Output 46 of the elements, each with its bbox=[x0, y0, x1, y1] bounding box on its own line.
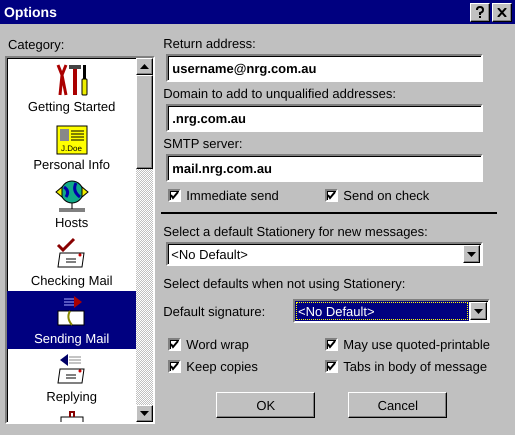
category-item[interactable]: Checking Mail bbox=[7, 233, 136, 291]
text-field[interactable]: .nrg.com.au bbox=[166, 104, 484, 132]
checkbox-option[interactable]: Send on check bbox=[325, 188, 490, 203]
id-card-icon: J.Doe bbox=[56, 125, 88, 155]
checkbox-option[interactable]: Keep copies bbox=[168, 359, 326, 374]
up-arrow-icon bbox=[140, 64, 150, 69]
field-label: SMTP server: bbox=[163, 136, 244, 151]
check-mark-icon bbox=[327, 340, 336, 349]
stationery-dropdown[interactable]: <No Default> bbox=[166, 242, 484, 266]
close-button[interactable] bbox=[492, 2, 512, 22]
category-item[interactable]: Hosts bbox=[7, 175, 136, 233]
check-mark-icon bbox=[327, 191, 336, 200]
scroll-thumb[interactable] bbox=[136, 75, 154, 169]
checkbox-option[interactable]: Word wrap bbox=[168, 337, 326, 352]
category-item[interactable]: Sending Mail bbox=[7, 291, 136, 349]
help-button[interactable] bbox=[470, 2, 490, 22]
category-item[interactable]: Replying bbox=[7, 349, 136, 407]
text-field[interactable]: mail.nrg.com.au bbox=[166, 154, 484, 182]
check-mark-icon bbox=[327, 362, 336, 371]
window-title: Options bbox=[4, 4, 58, 20]
down-arrow-icon bbox=[474, 308, 483, 314]
field-label: Domain to add to unqualified addresses: bbox=[163, 86, 398, 101]
checkbox-option[interactable]: Tabs in body of message bbox=[325, 359, 490, 374]
scroll-up-button[interactable] bbox=[136, 58, 154, 75]
dialog-button[interactable]: Cancel bbox=[348, 392, 448, 418]
category-item[interactable]: Getting Started bbox=[7, 59, 136, 117]
signature-label: Default signature: bbox=[163, 304, 266, 318]
question-mark-icon bbox=[475, 6, 485, 18]
check-mark-icon bbox=[170, 340, 180, 349]
text-field[interactable]: username@nrg.com.au bbox=[166, 54, 484, 82]
scrollbar[interactable] bbox=[136, 58, 154, 422]
category-item[interactable]: J.Doe Personal Info bbox=[7, 117, 136, 175]
check-mark-icon bbox=[170, 191, 180, 200]
close-icon bbox=[497, 8, 507, 16]
scroll-down-button[interactable] bbox=[136, 405, 154, 422]
checkbox-option[interactable]: May use quoted-printable bbox=[325, 337, 490, 352]
stationery-label: Select a default Stationery for new messages: bbox=[163, 224, 429, 239]
down-arrow-icon bbox=[467, 252, 476, 256]
check-mark-icon bbox=[170, 362, 180, 371]
signature-dropdown[interactable]: <No Default> bbox=[293, 299, 490, 323]
checkbox-option[interactable]: Immediate send bbox=[168, 188, 326, 203]
category-label: Category: bbox=[8, 37, 66, 52]
down-arrow-icon bbox=[140, 411, 150, 416]
field-label: Return address: bbox=[163, 36, 257, 51]
defaults-label: Select defaults when not using Stationery: bbox=[163, 276, 406, 291]
dialog-button[interactable]: OK bbox=[216, 392, 316, 418]
